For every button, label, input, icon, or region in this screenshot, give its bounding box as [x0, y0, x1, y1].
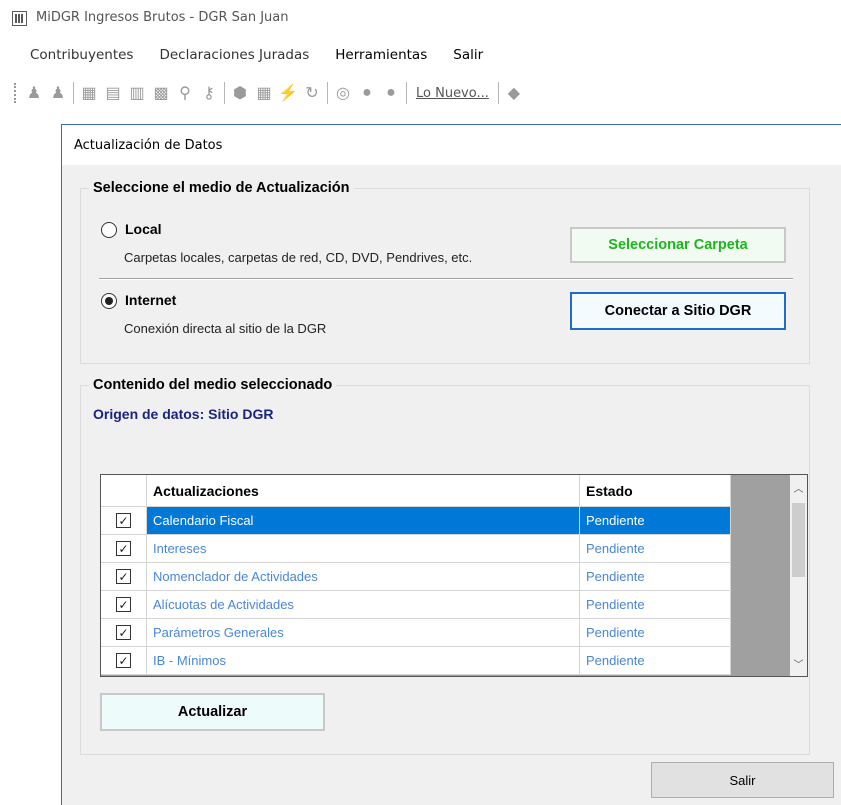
scroll-up-icon[interactable]: ︿: [790, 479, 807, 496]
menu-herramientas[interactable]: Herramientas: [323, 43, 441, 69]
menu-declaraciones-juradas[interactable]: Declaraciones Juradas: [147, 43, 323, 69]
row-estado[interactable]: Pendiente: [580, 647, 731, 675]
row-estado[interactable]: Pendiente: [580, 619, 731, 647]
grid-header-estado[interactable]: Estado: [580, 475, 731, 507]
row-checkbox[interactable]: ✓: [116, 513, 131, 528]
contenido-group-legend: Contenido del medio seleccionado: [89, 377, 337, 393]
actualizar-button[interactable]: Actualizar: [100, 693, 325, 731]
row-estado[interactable]: Pendiente: [580, 563, 731, 591]
row-estado[interactable]: Pendiente: [580, 591, 731, 619]
book-icon[interactable]: ▤: [101, 82, 125, 104]
row-actualizacion-name[interactable]: Alícuotas de Actividades: [147, 591, 580, 619]
row-checkbox[interactable]: ✓: [116, 625, 131, 640]
table-row[interactable]: ✓ Calendario Fiscal Pendiente: [101, 507, 731, 535]
row-checkbox[interactable]: ✓: [116, 653, 131, 668]
menu-bar: Contribuyentes Declaraciones Juradas Her…: [0, 43, 841, 69]
actualizaciones-grid[interactable]: Actualizaciones Estado ✓ Calendario Fisca…: [100, 474, 808, 677]
salir-button[interactable]: Salir: [651, 762, 834, 798]
row-actualizacion-name[interactable]: Parámetros Generales: [147, 619, 580, 647]
row-checkbox-cell: ✓: [101, 591, 147, 619]
search-icon[interactable]: ⚲: [173, 82, 197, 104]
app-title-bar: MiDGR Ingresos Brutos - DGR San Juan: [0, 0, 841, 36]
toolbar-separator: [497, 82, 499, 104]
local-radio[interactable]: [101, 222, 117, 238]
calculator-icon[interactable]: ▦: [77, 82, 101, 104]
row-checkbox-cell: ✓: [101, 535, 147, 563]
gem-icon[interactable]: ⬢: [228, 82, 252, 104]
row-checkbox[interactable]: ✓: [116, 569, 131, 584]
row-checkbox[interactable]: ✓: [116, 597, 131, 612]
row-estado[interactable]: Pendiente: [580, 507, 731, 535]
grid-header-actualizaciones[interactable]: Actualizaciones: [147, 475, 580, 507]
fingerprint-icon[interactable]: ◎: [331, 82, 355, 104]
app-title: MiDGR Ingresos Brutos - DGR San Juan: [36, 10, 289, 25]
row-actualizacion-name[interactable]: Intereses: [147, 535, 580, 563]
calendar-icon[interactable]: ▦: [252, 82, 276, 104]
row-actualizacion-name[interactable]: IB - Mínimos: [147, 647, 580, 675]
toolbar-separator: [73, 82, 74, 104]
seleccionar-carpeta-button[interactable]: Seleccionar Carpeta: [570, 227, 786, 263]
medio-divider: [99, 278, 793, 280]
grid-header-check: [101, 475, 147, 507]
row-checkbox-cell: ✓: [101, 507, 147, 535]
toolbar-separator: [406, 82, 407, 104]
table-row[interactable]: ✓ Parámetros Generales Pendiente: [101, 619, 731, 647]
internet-radio[interactable]: [101, 293, 117, 309]
dialog-title: Actualización de Datos: [74, 138, 223, 153]
grid-header: Actualizaciones Estado: [101, 475, 731, 507]
menu-contribuyentes[interactable]: Contribuyentes: [0, 43, 147, 69]
row-estado[interactable]: Pendiente: [580, 535, 731, 563]
internet-radio-label[interactable]: Internet: [125, 292, 176, 308]
table-row[interactable]: ✓ Alícuotas de Actividades Pendiente: [101, 591, 731, 619]
origen-label: Origen de datos: Sitio DGR: [93, 406, 274, 422]
record-icon[interactable]: ●: [379, 82, 403, 104]
row-checkbox[interactable]: ✓: [116, 541, 131, 556]
lo-nuevo-link[interactable]: Lo Nuevo...: [410, 86, 495, 101]
row-checkbox-cell: ✓: [101, 563, 147, 591]
app-building-icon: [12, 11, 27, 26]
table-row[interactable]: ✓ IB - Mínimos Pendiente: [101, 647, 731, 675]
scroll-down-icon[interactable]: ﹀: [790, 655, 807, 672]
toolbar-separator: [224, 82, 225, 104]
row-actualizacion-name[interactable]: Nomenclador de Actividades: [147, 563, 580, 591]
medio-groupbox: Seleccione el medio de Actualización Loc…: [80, 180, 810, 364]
form-icon[interactable]: ▥: [125, 82, 149, 104]
toolbar-separator: [327, 82, 328, 104]
row-actualizacion-name[interactable]: Calendario Fiscal: [147, 507, 580, 535]
row-checkbox-cell: ✓: [101, 619, 147, 647]
toolbar: ♟ ♟ ▦ ▤ ▥ ▩ ⚲ ⚷ ⬢ ▦ ⚡ ↻ ◎ ● ● Lo Nuevo..…: [0, 78, 841, 108]
refresh-icon[interactable]: ↻: [300, 82, 324, 104]
table-icon[interactable]: ▩: [149, 82, 173, 104]
conectar-sitio-dgr-button[interactable]: Conectar a Sitio DGR: [570, 292, 786, 330]
table-row[interactable]: ✓ Nomenclador de Actividades Pendiente: [101, 563, 731, 591]
help-icon[interactable]: ●: [355, 82, 379, 104]
table-row[interactable]: ✓ Intereses Pendiente: [101, 535, 731, 563]
users-icon[interactable]: ♟: [22, 82, 46, 104]
users-icon[interactable]: ♟: [46, 82, 70, 104]
lightning-icon[interactable]: ⚡: [276, 82, 300, 104]
toolbar-grip[interactable]: [14, 83, 16, 103]
medio-group-legend: Seleccione el medio de Actualización: [89, 180, 354, 196]
chat-icon[interactable]: ◆: [502, 82, 526, 104]
row-checkbox-cell: ✓: [101, 647, 147, 675]
scroll-thumb[interactable]: [792, 503, 805, 577]
grid-scrollbar[interactable]: ︿ ﹀: [790, 475, 807, 676]
internet-description: Conexión directa al sitio de la DGR: [124, 321, 327, 336]
key-icon[interactable]: ⚷: [197, 82, 221, 104]
local-description: Carpetas locales, carpetas de red, CD, D…: [124, 250, 473, 265]
menu-salir[interactable]: Salir: [441, 43, 497, 69]
local-radio-label[interactable]: Local: [125, 221, 162, 237]
